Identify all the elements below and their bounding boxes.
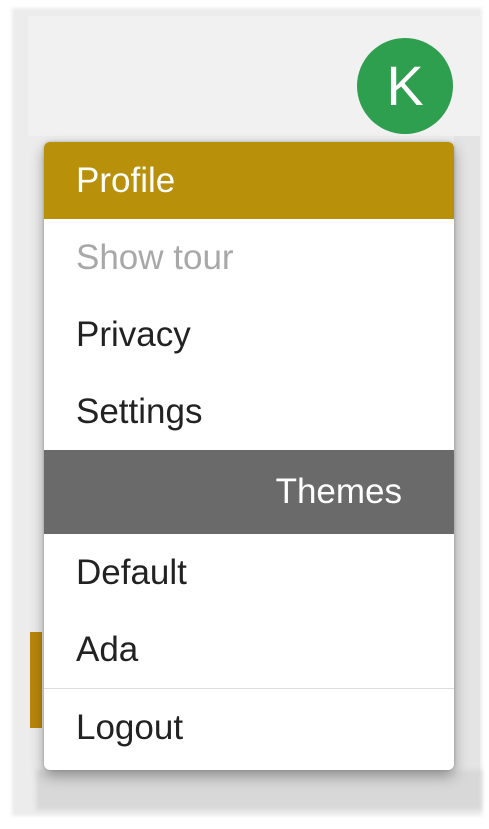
themes-section-label: Themes: [275, 472, 402, 511]
menu-item-label: Show tour: [76, 237, 234, 277]
page: K Profile Show tour Privacy Settings The…: [0, 0, 489, 829]
menu-item-logout[interactable]: Logout: [44, 689, 454, 766]
menu-item-theme-default[interactable]: Default: [44, 534, 454, 611]
menu-item-label: Default: [76, 552, 187, 592]
menu-item-label: Ada: [76, 629, 139, 669]
user-avatar-button[interactable]: K: [357, 38, 453, 134]
menu-item-label: Profile: [76, 160, 176, 200]
avatar-initial: K: [386, 54, 424, 117]
menu-item-theme-ada[interactable]: Ada: [44, 611, 454, 688]
menu-item-label: Settings: [76, 391, 203, 431]
menu-item-show-tour: Show tour: [44, 219, 454, 296]
menu-item-label: Logout: [76, 707, 184, 747]
menu-item-privacy[interactable]: Privacy: [44, 296, 454, 373]
background-accent-bar: [30, 632, 42, 728]
user-dropdown-menu: Profile Show tour Privacy Settings Theme…: [44, 142, 454, 770]
background-right-edge: [454, 136, 480, 776]
menu-item-settings[interactable]: Settings: [44, 373, 454, 450]
menu-item-label: Privacy: [76, 314, 191, 354]
menu-shadow-area: [36, 770, 482, 810]
menu-item-profile[interactable]: Profile: [44, 142, 454, 219]
themes-section-header: Themes: [44, 450, 454, 534]
